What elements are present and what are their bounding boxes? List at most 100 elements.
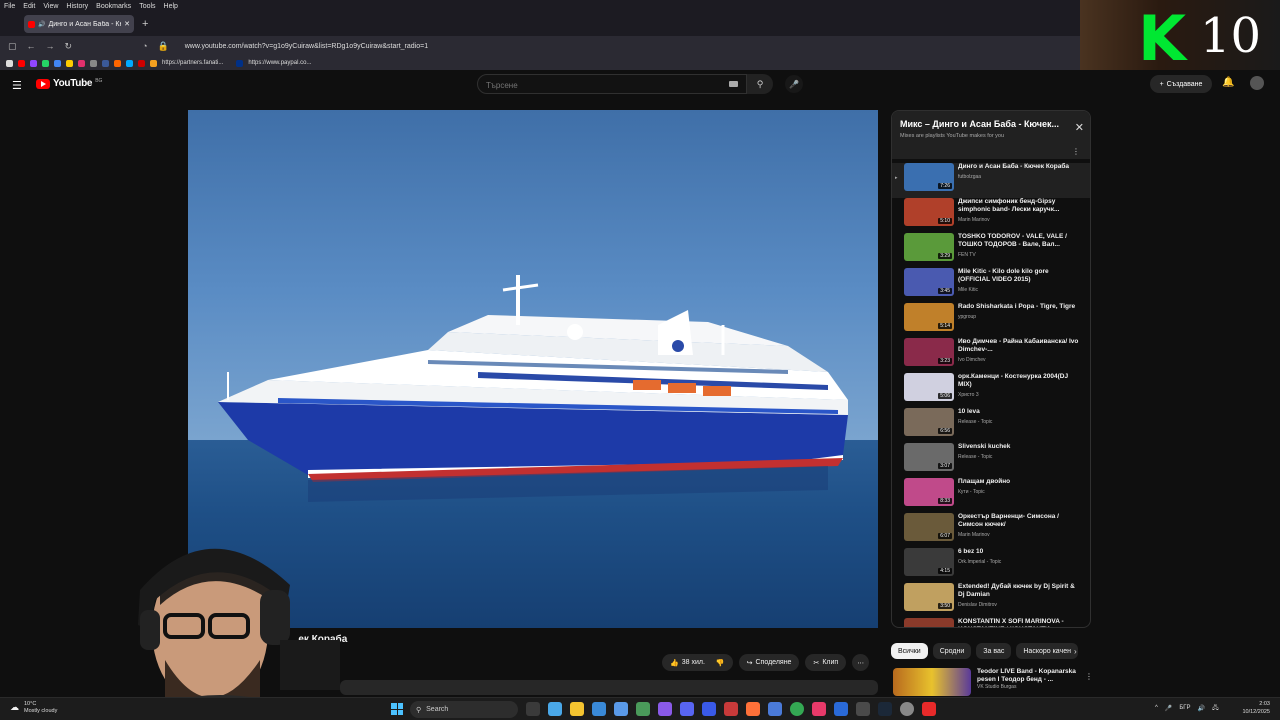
bookmark-icon[interactable] [30, 59, 37, 67]
video-title[interactable]: Плащам двойно [958, 478, 1080, 486]
close-tab-icon[interactable]: ✕ [124, 20, 130, 28]
app-icon[interactable] [812, 702, 826, 716]
bookmark-icon[interactable] [138, 59, 145, 67]
playlist-title[interactable]: Микс – Динго и Асан Баба - Кючек... [900, 119, 1068, 129]
video-title[interactable]: орк.Каменци - Костенурка 2004(DJ MIX) [958, 373, 1080, 389]
playlist-item[interactable]: 3:23 Иво Димчев - Райна Кабаиванска/ Ivo … [892, 338, 1090, 373]
video-title[interactable]: Джипси симфоник бенд-Gipsy simphonic ban… [958, 198, 1080, 214]
channel-name[interactable]: Ork.Imperial - Topic [958, 559, 1080, 565]
video-thumbnail[interactable]: 4:15 [904, 548, 954, 576]
playlist-item[interactable]: 3:07 Slivenski kuchek Release - Topic [892, 443, 1090, 478]
speaker-icon[interactable]: 🔊 [38, 21, 45, 28]
lock-icon[interactable]: 🔒 [158, 41, 169, 52]
bookmark-icon[interactable] [114, 59, 121, 67]
video-thumbnail[interactable]: 3:23 [904, 338, 954, 366]
back-icon[interactable]: ← [27, 41, 36, 51]
recommended-title[interactable]: Teodor LIVE Band - Kopanarska pesen I Те… [977, 668, 1082, 684]
video-thumbnail[interactable] [904, 618, 954, 627]
video-thumbnail[interactable]: 5:06 [904, 373, 954, 401]
playlist-item[interactable]: 3:45 Mile Kitic - Kilo dole kilo gore (OF… [892, 268, 1090, 303]
channel-name[interactable]: Release - Topic [958, 419, 1080, 425]
playlist-item[interactable]: 3:50 Extended! Дубай кючек by Dj Spirit &… [892, 583, 1090, 618]
bookmark-icon[interactable] [42, 59, 49, 67]
shield-icon[interactable]: ◔ [142, 41, 147, 51]
sidebar-toggle-icon[interactable]: ▢ [8, 41, 17, 52]
channel-name[interactable]: Release - Topic [958, 454, 1080, 460]
recommended-thumbnail[interactable] [893, 668, 971, 696]
video-thumbnail[interactable]: 8:33 [904, 478, 954, 506]
app-icon[interactable] [856, 702, 870, 716]
app-icon[interactable] [548, 702, 562, 716]
chip-for-you[interactable]: За вас [976, 643, 1012, 659]
playlist-item[interactable]: 4:15 6 bez 10 Ork.Imperial - Topic [892, 548, 1090, 583]
video-title[interactable]: 6 bez 10 [958, 548, 1080, 556]
playlist-item[interactable]: 8:33 Плащам двойно Кути - Topic [892, 478, 1090, 513]
playlist-item[interactable]: KONSTANTIN X SOFI MARINOVA - KONSTANTINE… [892, 618, 1090, 627]
forward-icon[interactable]: → [46, 41, 55, 51]
channel-name[interactable]: Marin Marinov [958, 217, 1080, 223]
steam-icon[interactable] [878, 702, 892, 716]
windows-start-icon[interactable] [391, 703, 403, 715]
app-icon[interactable] [658, 702, 672, 716]
search-input[interactable] [478, 76, 718, 95]
channel-name[interactable]: Marin Marinov [958, 532, 1080, 538]
video-title[interactable]: Slivenski kuchek [958, 443, 1080, 451]
app-icon[interactable] [900, 702, 914, 716]
app-icon[interactable] [592, 702, 606, 716]
app-icon[interactable] [680, 702, 694, 716]
channel-name[interactable]: Ivo Dimchev [958, 357, 1080, 363]
app-icon[interactable] [768, 702, 782, 716]
menu-help[interactable]: Help [164, 3, 178, 10]
weather-icon[interactable]: ☁ [10, 702, 19, 713]
channel-name[interactable]: FEN TV [958, 252, 1080, 258]
app-icon[interactable] [614, 702, 628, 716]
video-title[interactable]: Оркестър Варненци- Симсона / Симсон кюче… [958, 513, 1080, 529]
firefox-icon[interactable] [746, 702, 760, 716]
video-thumbnail[interactable]: 6:07 [904, 513, 954, 541]
playlist-item[interactable]: 5:10 Джипси симфоник бенд-Gipsy simphonic… [892, 198, 1090, 233]
more-vert-icon[interactable]: ⋮ [1072, 147, 1080, 156]
thumbs-down-icon[interactable]: 👎 [716, 659, 725, 667]
avatar[interactable] [1250, 76, 1264, 90]
bookmark-icon[interactable] [126, 59, 133, 67]
chip-all[interactable]: Всички [891, 643, 928, 659]
bookmark-icon[interactable] [66, 59, 73, 67]
search-button[interactable]: ⚲ [747, 74, 773, 94]
video-title[interactable]: Mile Kitic - Kilo dole kilo gore (OFFICI… [958, 268, 1080, 284]
chevron-up-icon[interactable]: ^ [1155, 705, 1158, 711]
network-icon[interactable]: 🖧 [1212, 703, 1219, 713]
video-thumbnail[interactable]: 3:07 [904, 443, 954, 471]
menu-history[interactable]: History [66, 3, 88, 10]
bookmark-icon[interactable] [90, 59, 97, 67]
youtube-logo[interactable]: YouTube BG [36, 78, 102, 89]
microphone-icon[interactable]: 🎤 [1165, 705, 1172, 712]
menu-tools[interactable]: Tools [139, 3, 155, 10]
app-icon[interactable] [922, 702, 936, 716]
chevron-right-icon[interactable]: › [1074, 647, 1077, 656]
channel-name[interactable]: Кути - Topic [958, 489, 1080, 495]
recommended-channel[interactable]: VK Studio Burgas [977, 684, 1082, 690]
channel-name[interactable]: Mile Kitic [958, 287, 1080, 293]
bookmark-icon[interactable] [102, 59, 109, 67]
video-title[interactable]: Rado Shisharkata i Popa - Tigre, Tigre [958, 303, 1080, 311]
channel-name[interactable]: ypgroup [958, 314, 1080, 320]
video-title[interactable]: TOSHKO TODOROV - VALE, VALE / ТОШКО ТОДО… [958, 233, 1080, 249]
description-box[interactable] [340, 680, 878, 695]
bookmark-paypal[interactable]: https://www.paypal.co... [248, 60, 311, 66]
recommended-video[interactable]: Teodor LIVE Band - Kopanarska pesen I Те… [893, 668, 1093, 696]
bookmark-icon[interactable] [54, 59, 61, 67]
bookmark-icon[interactable] [236, 59, 244, 67]
video-title[interactable]: KONSTANTIN X SOFI MARINOVA - KONSTANTINE… [958, 618, 1080, 627]
app-icon[interactable] [834, 702, 848, 716]
like-button[interactable]: 👍 38 хил. 👎 [662, 654, 733, 671]
more-actions-button[interactable]: ⋯ [852, 654, 870, 671]
keyboard-icon[interactable] [729, 81, 738, 87]
bookmark-icon[interactable] [150, 59, 157, 67]
more-vert-icon[interactable]: ⋮ [1085, 672, 1093, 681]
playlist-item[interactable]: 5:06 орк.Каменци - Костенурка 2004(DJ MIX… [892, 373, 1090, 408]
new-tab-icon[interactable]: + [142, 18, 148, 30]
voice-search-button[interactable]: 🎤 [785, 75, 803, 93]
video-thumbnail[interactable]: 3:29 [904, 233, 954, 261]
video-thumbnail[interactable]: 5:14 [904, 303, 954, 331]
video-title[interactable]: Динго и Асан Баба - Кючек Кораба [958, 163, 1080, 171]
